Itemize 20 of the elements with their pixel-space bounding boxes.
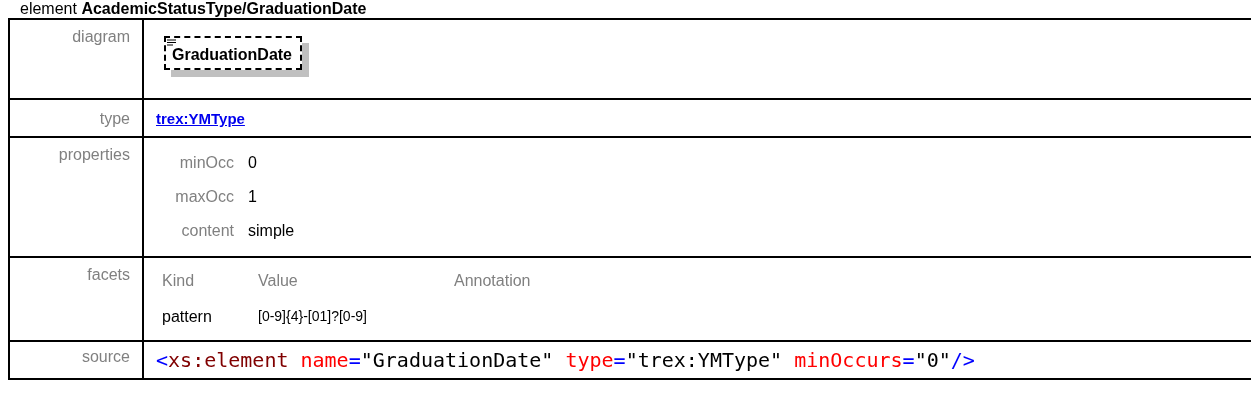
column-header: Annotation [454,272,532,290]
property-name: content [180,222,234,240]
element-heading: element AcademicStatusType/GraduationDate [19,0,368,18]
row-label: properties [58,146,130,163]
property-value: simple [248,222,296,240]
column-header: Value [258,272,299,290]
row-label: type [99,110,130,127]
type-link[interactable]: trex:YMType [156,110,245,127]
property-name: maxOcc [174,188,234,206]
column-header: Kind [162,272,196,290]
table-cell-text: pattern [162,308,213,326]
property-name: minOcc [178,154,234,172]
row-label: facets [87,266,130,283]
list-icon [167,39,177,47]
table-cell-text: [0-9]{4}-[01]?[0-9] [258,308,368,326]
property-value: 0 [248,154,258,172]
source-code: <xs:element name="GraduationDate" type="trex:YMType" minOccurs="0"/> [156,348,975,372]
row-label: source [81,348,130,365]
row-label: diagram [72,28,130,45]
property-value: 1 [248,188,258,206]
